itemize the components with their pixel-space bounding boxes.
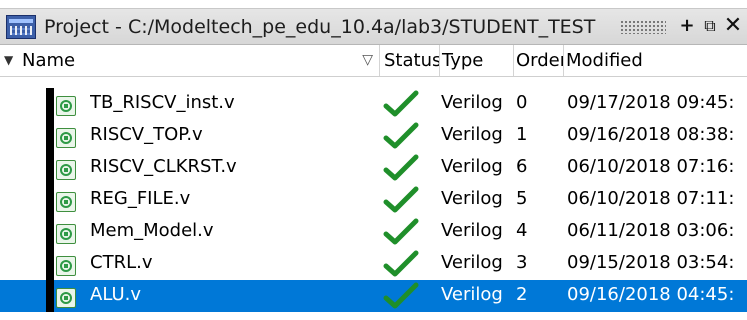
filter-icon[interactable]: ▽ — [362, 45, 373, 76]
table-row-selected[interactable]: ALU.v Verilog 2 09/16/2018 04:45: — [0, 280, 747, 312]
column-header-type[interactable]: Type — [440, 45, 514, 76]
file-name: Mem_Model.v — [90, 220, 214, 241]
table-row[interactable]: CTRL.v Verilog 3 09/15/2018 03:54: — [0, 248, 747, 280]
table-row[interactable]: RISCV_CLKRST.v Verilog 6 06/10/2018 07:1… — [0, 152, 747, 184]
column-header-type-label: Type — [442, 50, 484, 71]
file-type: Verilog — [441, 92, 503, 113]
file-name: REG_FILE.v — [90, 188, 191, 209]
project-titlebar: Project - C:/Modeltech_pe_edu_10.4a/lab3… — [0, 9, 747, 45]
column-header-status[interactable]: Status — [380, 45, 440, 76]
file-order: 4 — [516, 220, 528, 241]
green-check-icon — [383, 282, 419, 309]
file-type: Verilog — [441, 284, 503, 305]
file-modified: 09/15/2018 03:54: — [567, 252, 735, 273]
verilog-file-icon — [56, 96, 76, 116]
column-header-modified-label: Modified — [566, 50, 643, 71]
file-name: TB_RISCV_inst.v — [90, 92, 235, 113]
green-check-icon — [383, 186, 419, 213]
column-header-row: ▼ Name ▽ Status Type Order Modified — [0, 45, 747, 77]
tree-connector — [46, 152, 54, 184]
tree-connector — [46, 280, 54, 312]
file-modified: 06/11/2018 03:06: — [567, 220, 735, 241]
column-header-order[interactable]: Order — [514, 45, 564, 76]
table-row[interactable]: REG_FILE.v Verilog 5 06/10/2018 07:11: — [0, 184, 747, 216]
table-row[interactable]: Mem_Model.v Verilog 4 06/11/2018 03:06: — [0, 216, 747, 248]
file-modified: 09/16/2018 04:45: — [567, 284, 735, 305]
tree-connector — [46, 88, 54, 120]
table-row[interactable]: RISCV_TOP.v Verilog 1 09/16/2018 08:38: — [0, 120, 747, 152]
column-header-modified[interactable]: Modified — [564, 45, 747, 76]
file-order: 3 — [516, 252, 528, 273]
top-strip — [0, 0, 747, 9]
file-modified: 09/17/2018 09:45: — [567, 92, 735, 113]
green-check-icon — [383, 218, 419, 245]
file-type: Verilog — [441, 188, 503, 209]
tree-connector — [46, 120, 54, 152]
verilog-file-icon — [56, 224, 76, 244]
file-modified: 06/10/2018 07:16: — [567, 156, 735, 177]
column-header-order-label: Order — [516, 50, 564, 71]
green-check-icon — [383, 90, 419, 117]
file-name: RISCV_TOP.v — [90, 124, 203, 145]
file-order: 2 — [516, 284, 528, 305]
green-check-icon — [383, 122, 419, 149]
tree-connector — [46, 248, 54, 280]
file-modified: 09/16/2018 08:38: — [567, 124, 735, 145]
verilog-file-icon — [56, 192, 76, 212]
verilog-file-icon — [56, 288, 76, 308]
file-type: Verilog — [441, 156, 503, 177]
window-title: Project - C:/Modeltech_pe_edu_10.4a/lab3… — [44, 16, 596, 38]
tree-connector — [46, 184, 54, 216]
undock-button[interactable]: ⧉ — [699, 15, 721, 37]
sort-down-icon[interactable]: ▼ — [4, 45, 13, 76]
close-button[interactable]: ✕ — [722, 15, 744, 37]
file-name: RISCV_CLKRST.v — [90, 156, 237, 177]
verilog-file-icon — [56, 256, 76, 276]
file-order: 5 — [516, 188, 528, 209]
verilog-file-icon — [56, 160, 76, 180]
file-order: 1 — [516, 124, 528, 145]
file-type: Verilog — [441, 124, 503, 145]
file-order: 6 — [516, 156, 528, 177]
file-name: CTRL.v — [90, 252, 153, 273]
drag-handle-icon[interactable] — [620, 20, 666, 34]
column-header-name-label: Name — [22, 50, 76, 71]
project-window-icon — [6, 15, 36, 39]
green-check-icon — [383, 250, 419, 277]
file-name: ALU.v — [90, 284, 141, 305]
file-order: 0 — [516, 92, 528, 113]
tree-connector — [46, 216, 54, 248]
file-type: Verilog — [441, 220, 503, 241]
column-header-name[interactable]: ▼ Name ▽ — [0, 45, 380, 76]
file-type: Verilog — [441, 252, 503, 273]
verilog-file-icon — [56, 128, 76, 148]
green-check-icon — [383, 154, 419, 181]
file-modified: 06/10/2018 07:11: — [567, 188, 735, 209]
add-button[interactable]: + — [676, 15, 698, 37]
table-row[interactable]: TB_RISCV_inst.v Verilog 0 09/17/2018 09:… — [0, 88, 747, 120]
column-header-status-label: Status — [384, 50, 440, 71]
